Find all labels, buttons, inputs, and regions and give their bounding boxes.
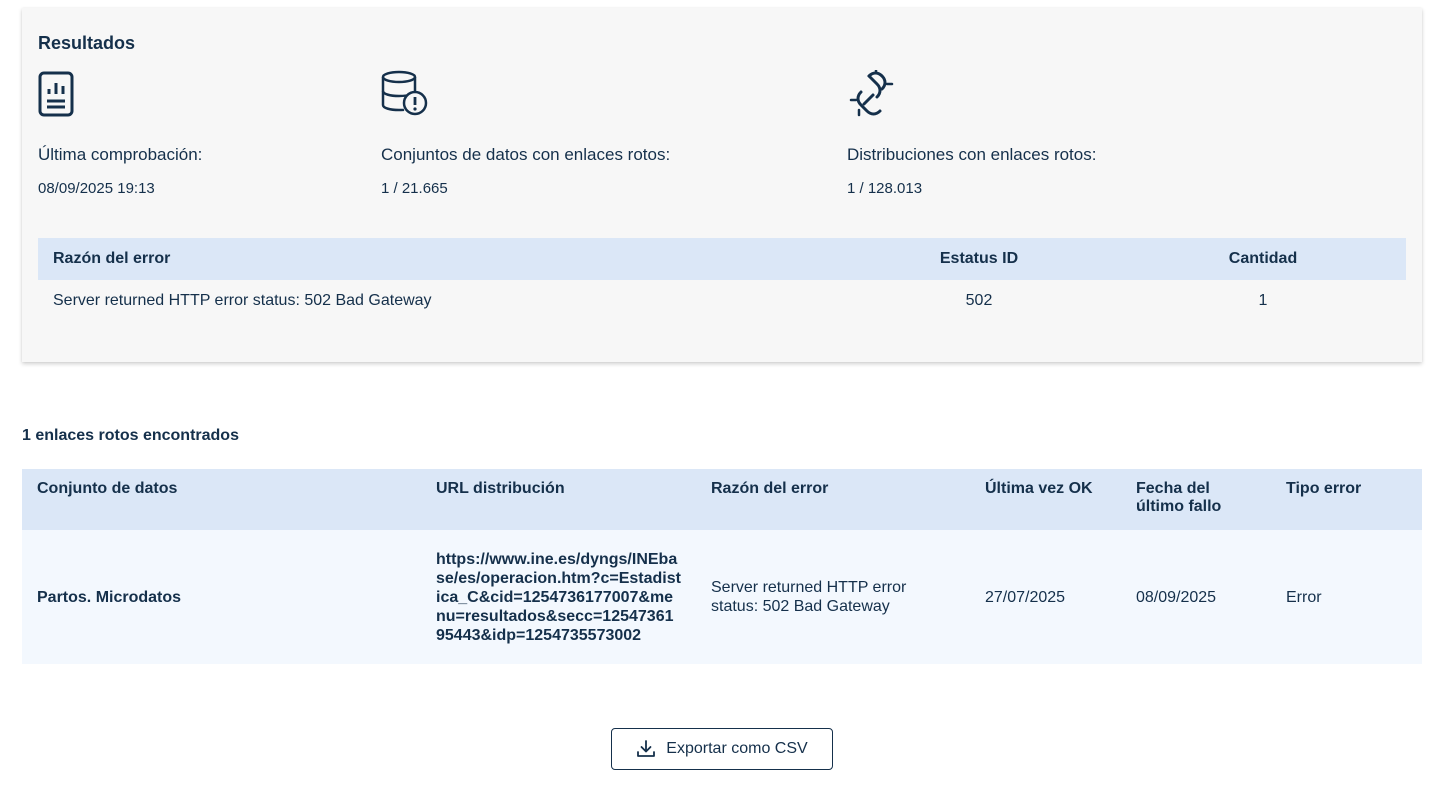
column-header-error-type: Tipo error [1271, 469, 1422, 530]
results-title: Resultados [38, 33, 136, 53]
export-csv-label: Exportar como CSV [666, 740, 808, 757]
report-document-icon [38, 71, 74, 117]
broken-link-icon [849, 70, 894, 117]
broken-links-count: 1 enlaces rotos encontrados [22, 427, 239, 444]
column-header-dataset: Conjunto de datos [22, 469, 421, 530]
error-reason-cell: Server returned HTTP error status: 502 B… [53, 292, 432, 309]
column-header-error-reason: Razón del error [38, 238, 838, 280]
broken-links-table: Conjunto de datos URL distribución Razón… [22, 469, 1422, 664]
table-header-row: Razón del error Estatus ID Cantidad [38, 238, 1406, 280]
column-header-last-ok: Última vez OK [970, 469, 1121, 530]
table-row: Server returned HTTP error status: 502 B… [38, 280, 1406, 322]
last-ok-cell: 27/07/2025 [970, 530, 1121, 664]
table-row: Partos. Microdatos https://www.ine.es/dy… [22, 530, 1422, 664]
stat-value: 1 / 128.013 [847, 180, 923, 197]
stat-label: Conjuntos de datos con enlaces rotos: [381, 145, 671, 164]
url-cell: https://www.ine.es/dyngs/INEbase/es/oper… [421, 530, 696, 664]
distribution-url-link[interactable]: https://www.ine.es/dyngs/INEbase/es/oper… [436, 550, 681, 645]
stat-value: 1 / 21.665 [381, 180, 448, 197]
stat-label: Última comprobación: [38, 145, 203, 164]
stat-last-check: Última comprobación: 08/09/2025 19:13 [38, 70, 202, 197]
error-summary-table: Razón del error Estatus ID Cantidad Serv… [38, 238, 1406, 322]
database-alert-icon [381, 70, 428, 116]
column-header-status-id: Estatus ID [838, 238, 1120, 280]
stat-distributions-broken: Distribuciones con enlaces rotos: 1 / 12… [847, 70, 1096, 197]
error-type-cell: Error [1271, 530, 1422, 664]
quantity-cell: 1 [1258, 292, 1268, 309]
status-id-cell: 502 [965, 292, 993, 309]
stat-datasets-broken: Conjuntos de datos con enlaces rotos: 1 … [381, 70, 670, 197]
dataset-cell: Partos. Microdatos [22, 530, 421, 664]
download-icon [637, 740, 656, 757]
last-fail-cell: 08/09/2025 [1121, 530, 1271, 664]
export-csv-button[interactable]: Exportar como CSV [611, 728, 833, 770]
table-header-row: Conjunto de datos URL distribución Razón… [22, 469, 1422, 530]
error-reason-cell: Server returned HTTP error status: 502 B… [696, 530, 970, 664]
stat-label: Distribuciones con enlaces rotos: [847, 145, 1097, 164]
column-header-last-fail: Fecha del último fallo [1121, 469, 1271, 530]
stat-value: 08/09/2025 19:13 [38, 180, 155, 197]
column-header-quantity: Cantidad [1120, 238, 1406, 280]
column-header-error-reason: Razón del error [696, 469, 970, 530]
column-header-url: URL distribución [421, 469, 696, 530]
results-card: Resultados Última comprobación: 08/09/20… [22, 8, 1422, 362]
